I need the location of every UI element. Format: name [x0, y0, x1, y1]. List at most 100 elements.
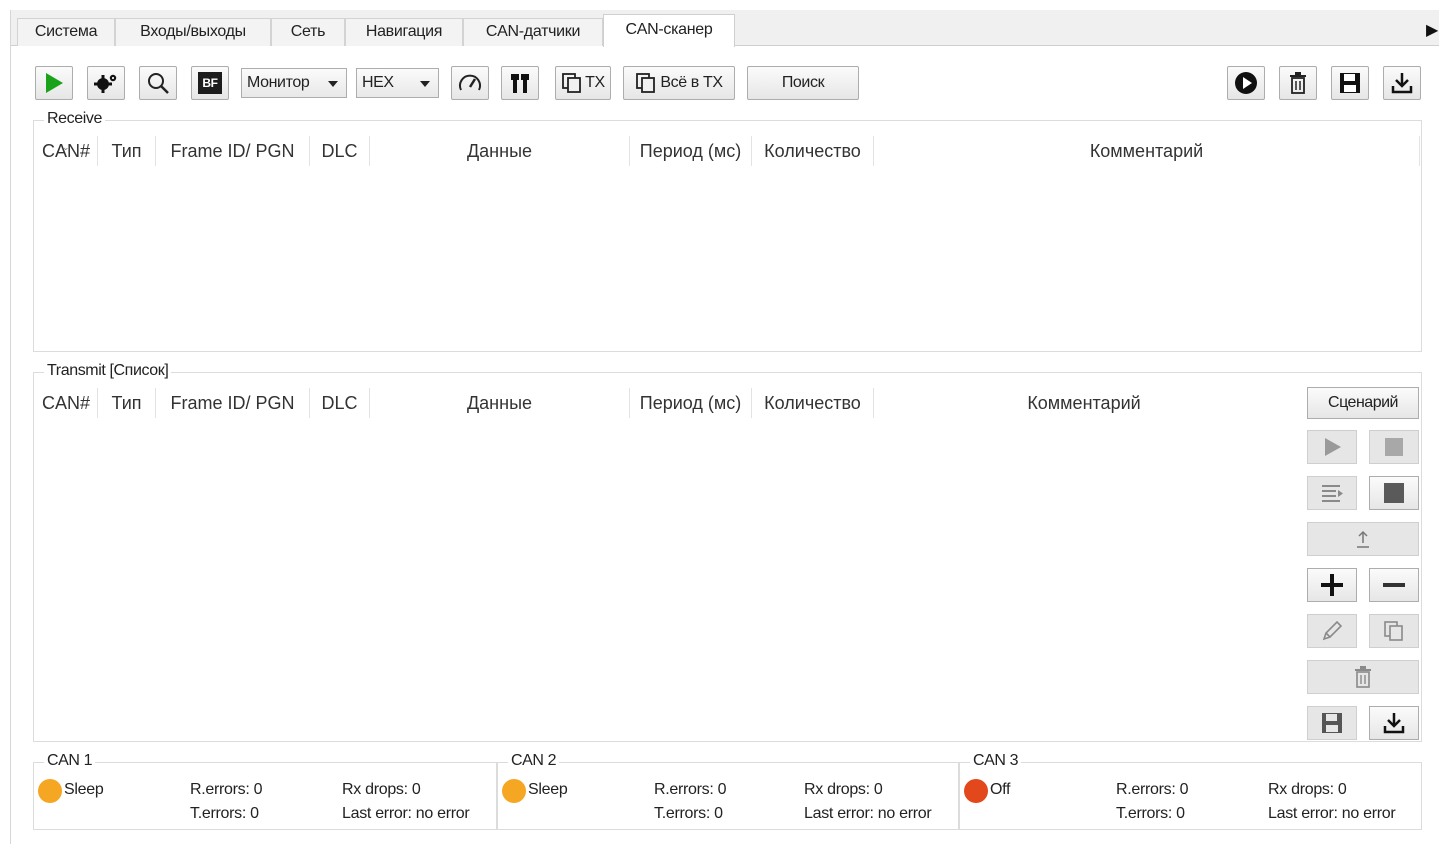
play-circle-icon	[1235, 72, 1257, 94]
tab-navigation[interactable]: Навигация	[345, 18, 463, 46]
sort-indicator-icon: ⌄	[62, 142, 70, 152]
can1-last-error: Last error: no error	[342, 805, 470, 822]
receive-title: Receive	[44, 110, 106, 128]
record-button[interactable]	[1227, 66, 1265, 100]
column-data[interactable]: Данные	[370, 388, 630, 418]
duplicate-message-button[interactable]	[1369, 614, 1419, 648]
save-icon	[1322, 713, 1342, 733]
load-receive-button[interactable]	[1383, 66, 1421, 100]
search-filter-button[interactable]	[139, 66, 177, 100]
copy-icon	[1384, 621, 1403, 641]
can2-rx-drops: Rx drops: 0	[804, 781, 883, 798]
edit-message-button[interactable]	[1307, 614, 1357, 648]
copy-to-tx-label: TX	[585, 74, 605, 91]
transmit-table-header: CAN# Тип Frame ID/ PGN DLC Данные Период…	[40, 388, 1290, 418]
can2-t-errors: T.errors: 0	[654, 805, 723, 822]
start-button[interactable]	[35, 66, 73, 100]
receive-table-header: ⌄ CAN# Тип Frame ID/ PGN DLC Данные Перио…	[40, 136, 1420, 166]
chevron-down-icon	[420, 81, 430, 87]
play-icon	[1325, 438, 1341, 456]
delete-all-button[interactable]	[1307, 660, 1419, 694]
add-message-button[interactable]	[1307, 568, 1357, 602]
pencil-icon	[1322, 620, 1343, 641]
column-type[interactable]: Тип	[98, 136, 156, 166]
save-receive-button[interactable]	[1331, 66, 1369, 100]
receive-group: Receive ⌄ CAN# Тип Frame ID/ PGN DLC Данн…	[33, 110, 1422, 352]
format-select-value: HEX	[362, 74, 394, 91]
transmit-play-button[interactable]	[1307, 430, 1357, 464]
can3-title: CAN 3	[970, 752, 1022, 770]
can2-state-indicator	[502, 779, 526, 803]
tab-can-sensors[interactable]: CAN-датчики	[463, 18, 603, 46]
scenario-button[interactable]: Сценарий	[1307, 387, 1419, 419]
can3-status: CAN 3 Off R.errors: 0 T.errors: 0 Rx dro…	[959, 752, 1422, 830]
can1-status: CAN 1 Sleep R.errors: 0 T.errors: 0 Rx d…	[33, 752, 497, 830]
arrow-up-icon	[1357, 530, 1369, 548]
download-icon	[1391, 73, 1413, 94]
format-select[interactable]: HEX	[356, 68, 439, 98]
can3-last-error: Last error: no error	[1268, 805, 1396, 822]
tab-io[interactable]: Входы/выходы	[115, 18, 271, 46]
column-period[interactable]: Период (мс)	[630, 388, 752, 418]
column-can[interactable]: ⌄ CAN#	[40, 136, 98, 166]
tab-scroll-right-icon[interactable]: ▶	[1426, 20, 1439, 42]
receive-table-body[interactable]	[40, 169, 1416, 345]
copy-to-tx-button[interactable]: TX	[555, 66, 611, 100]
save-icon	[1340, 73, 1360, 93]
chevron-down-icon	[328, 81, 338, 87]
load-transmit-button[interactable]	[1369, 706, 1419, 740]
remove-message-button[interactable]	[1369, 568, 1419, 602]
search-button[interactable]: Поиск	[747, 66, 859, 100]
transmit-sequence-button[interactable]	[1307, 476, 1357, 510]
column-data[interactable]: Данные	[370, 136, 630, 166]
play-icon	[46, 73, 63, 93]
transmit-table-body[interactable]	[40, 421, 1290, 735]
all-to-tx-label: Всё в TX	[660, 74, 723, 91]
copy-icon	[562, 73, 582, 93]
magnifier-icon	[148, 73, 169, 94]
download-icon	[1383, 713, 1405, 734]
gears-icon	[94, 74, 117, 93]
save-transmit-button[interactable]	[1307, 706, 1357, 740]
filter-tools-button[interactable]	[501, 66, 539, 100]
settings-button[interactable]	[87, 66, 125, 100]
column-can[interactable]: CAN#	[40, 388, 98, 418]
tab-can-scanner[interactable]: CAN-сканер	[603, 14, 735, 47]
all-to-tx-button[interactable]: Всё в TX	[623, 66, 735, 100]
column-dlc[interactable]: DLC	[310, 388, 370, 418]
clear-receive-button[interactable]	[1279, 66, 1317, 100]
trash-icon	[1355, 666, 1371, 688]
bitfield-button[interactable]: BF	[191, 66, 229, 100]
app-window: Система Входы/выходы Сеть Навигация CAN-…	[10, 10, 1439, 844]
transmit-stop-all-button[interactable]	[1369, 476, 1419, 510]
can2-last-error: Last error: no error	[804, 805, 932, 822]
move-up-button[interactable]	[1307, 522, 1419, 556]
column-dlc[interactable]: DLC	[310, 136, 370, 166]
transmit-stop-button[interactable]	[1369, 430, 1419, 464]
mode-select[interactable]: Монитор	[241, 68, 347, 98]
stop-icon	[1385, 438, 1403, 456]
tab-bar: Система Входы/выходы Сеть Навигация CAN-…	[11, 10, 1439, 47]
minus-icon	[1383, 583, 1405, 587]
column-comment[interactable]: Комментарий	[874, 136, 1420, 166]
can2-r-errors: R.errors: 0	[654, 781, 727, 798]
column-count[interactable]: Количество	[752, 136, 874, 166]
can3-t-errors: T.errors: 0	[1116, 805, 1185, 822]
can3-state-indicator	[964, 779, 988, 803]
can3-state: Off	[990, 781, 1011, 798]
tab-network[interactable]: Сеть	[271, 18, 345, 46]
column-type[interactable]: Тип	[98, 388, 156, 418]
column-frame-id[interactable]: Frame ID/ PGN	[156, 388, 310, 418]
speed-button[interactable]	[451, 66, 489, 100]
can1-r-errors: R.errors: 0	[190, 781, 263, 798]
can2-status: CAN 2 Sleep R.errors: 0 T.errors: 0 Rx d…	[497, 752, 959, 830]
tab-system[interactable]: Система	[17, 18, 115, 46]
column-comment[interactable]: Комментарий	[874, 388, 1294, 418]
column-count[interactable]: Количество	[752, 388, 874, 418]
column-frame-id[interactable]: Frame ID/ PGN	[156, 136, 310, 166]
can1-rx-drops: Rx drops: 0	[342, 781, 421, 798]
column-period[interactable]: Период (мс)	[630, 136, 752, 166]
speedometer-icon	[459, 74, 481, 91]
trash-icon	[1290, 72, 1306, 94]
can1-state-indicator	[38, 779, 62, 803]
